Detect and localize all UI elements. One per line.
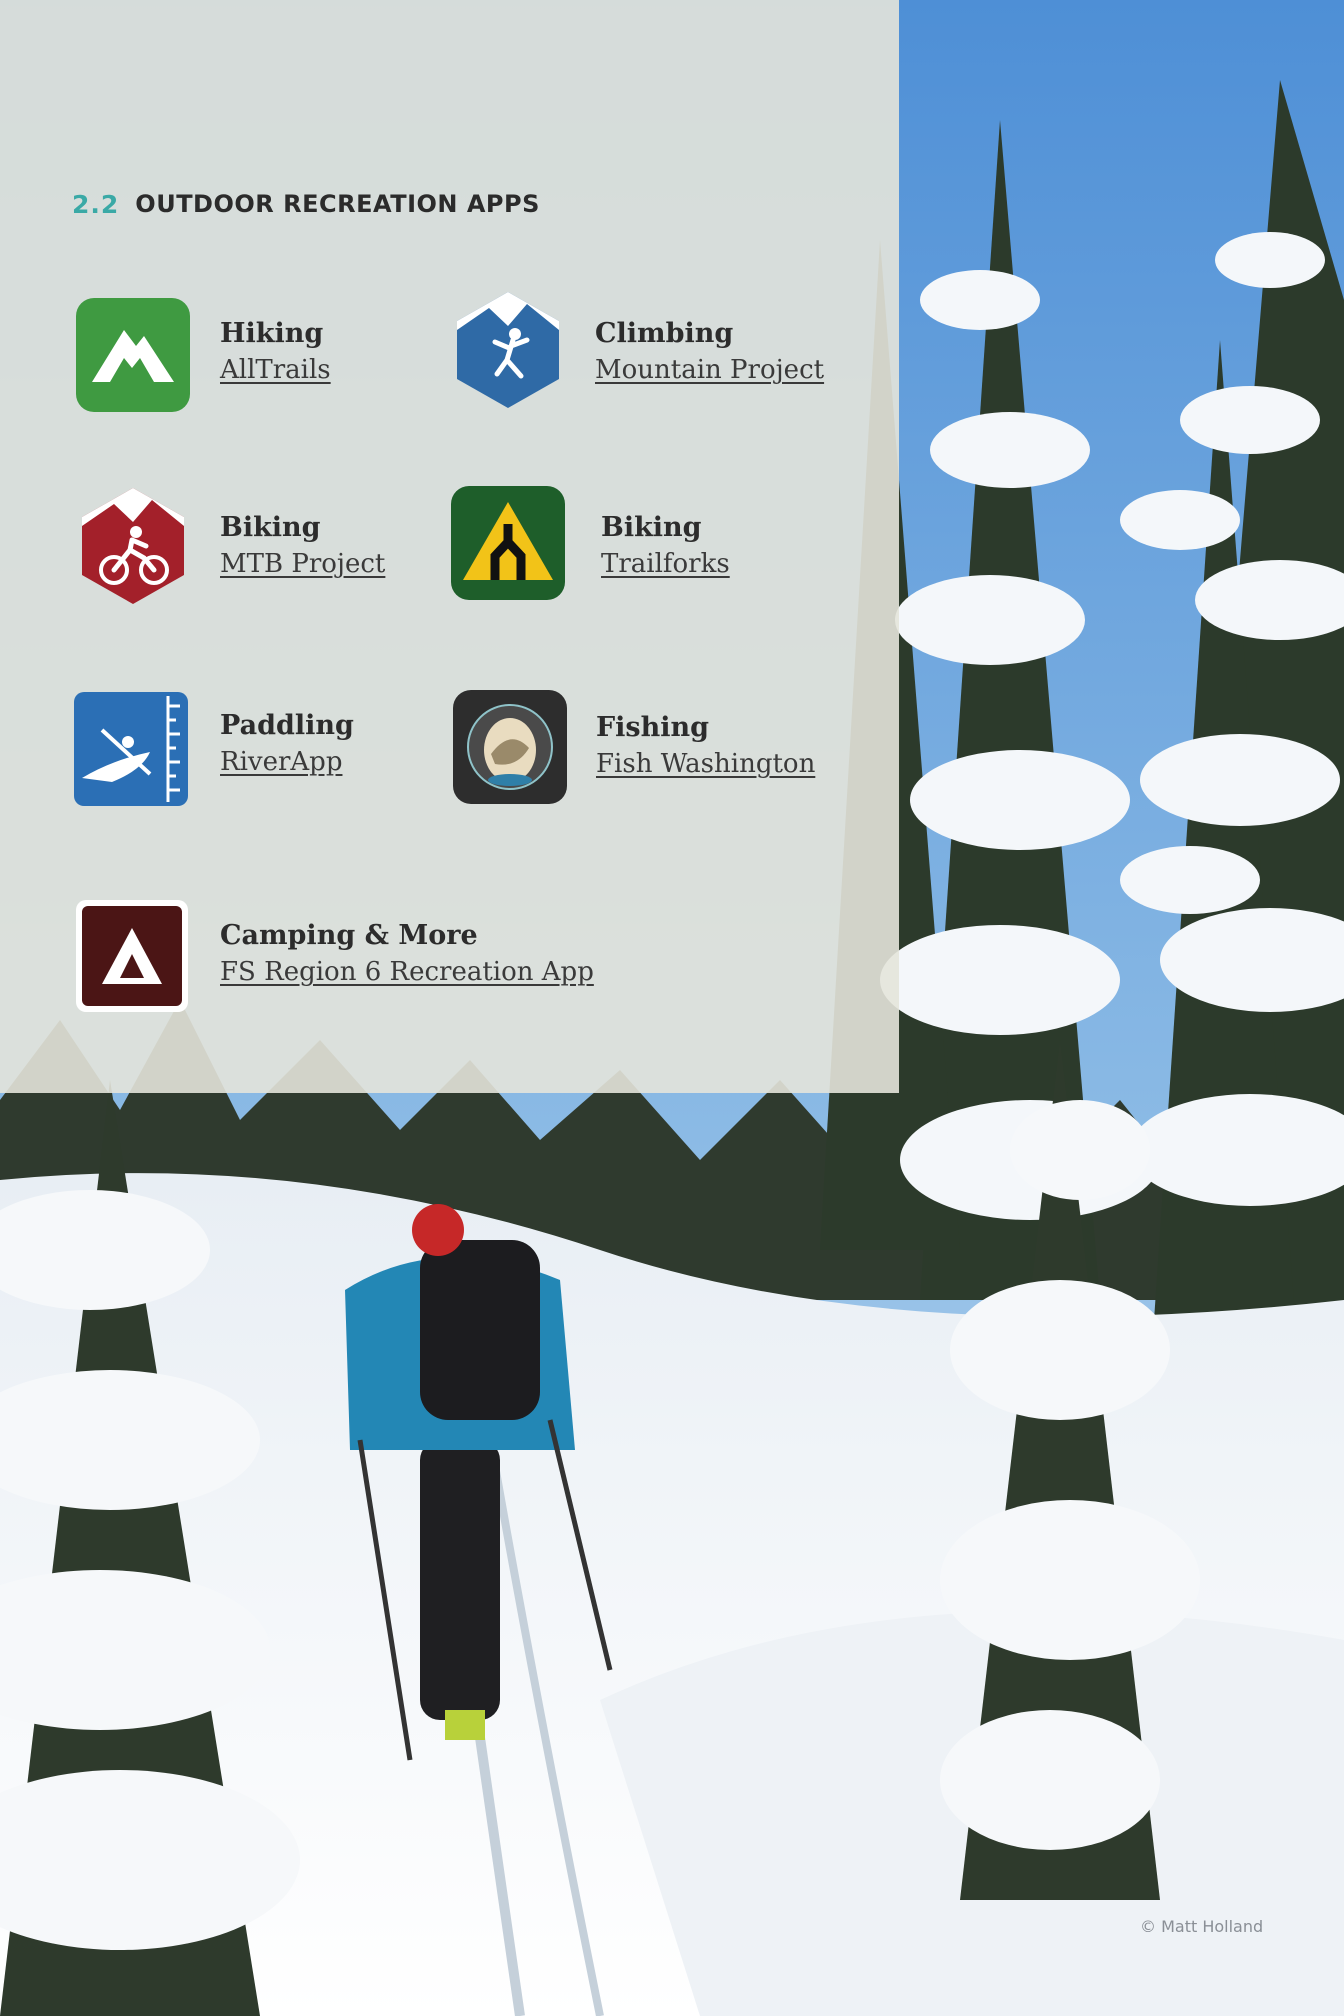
camping-tent-icon[interactable] [74, 898, 192, 1016]
link-riverapp[interactable]: RiverApp [220, 744, 342, 780]
app-card-alltrails: Hiking AllTrails [74, 296, 474, 426]
app-category-paddling: Paddling [220, 710, 354, 741]
link-trailforks[interactable]: Trailforks [601, 546, 730, 582]
trailforks-fork-icon[interactable] [449, 484, 567, 602]
photo-credit: © Matt Holland [1140, 1917, 1264, 1936]
app-card-mtb-project: Biking MTB Project [74, 486, 474, 616]
mtb-project-biker-icon[interactable] [74, 486, 192, 604]
app-card-mountain-project: Climbing Mountain Project [449, 290, 849, 420]
app-card-trailforks: Biking Trailforks [449, 484, 849, 614]
link-mountain-project[interactable]: Mountain Project [595, 352, 824, 388]
mountain-project-climber-icon[interactable] [449, 290, 567, 408]
apps-panel: 2.2 OUTDOOR RECREATION APPS Hiking AllTr… [0, 0, 899, 1093]
riverapp-kayak-icon[interactable] [72, 690, 190, 808]
fish-washington-trout-icon[interactable] [451, 688, 569, 806]
section-heading: 2.2 OUTDOOR RECREATION APPS [72, 186, 540, 222]
link-mtb-project[interactable]: MTB Project [220, 546, 385, 582]
app-category-hiking: Hiking [220, 318, 324, 349]
app-card-fs-region-6: Camping & More FS Region 6 Recreation Ap… [74, 898, 594, 1028]
section-title: OUTDOOR RECREATION APPS [135, 190, 540, 218]
section-number: 2.2 [72, 189, 120, 219]
app-card-fish-washington: Fishing Fish Washington [451, 688, 851, 818]
app-card-riverapp: Paddling RiverApp [72, 690, 472, 820]
app-category-fishing: Fishing [596, 712, 710, 743]
app-category-climbing: Climbing [595, 318, 734, 349]
link-fs-region-6[interactable]: FS Region 6 Recreation App [220, 954, 594, 990]
app-category-biking: Biking [220, 512, 321, 543]
link-fish-washington[interactable]: Fish Washington [596, 746, 815, 782]
alltrails-mountain-icon[interactable] [74, 296, 192, 414]
link-alltrails[interactable]: AllTrails [220, 352, 331, 388]
app-category-biking-2: Biking [601, 512, 702, 543]
app-category-camping: Camping & More [220, 920, 478, 951]
